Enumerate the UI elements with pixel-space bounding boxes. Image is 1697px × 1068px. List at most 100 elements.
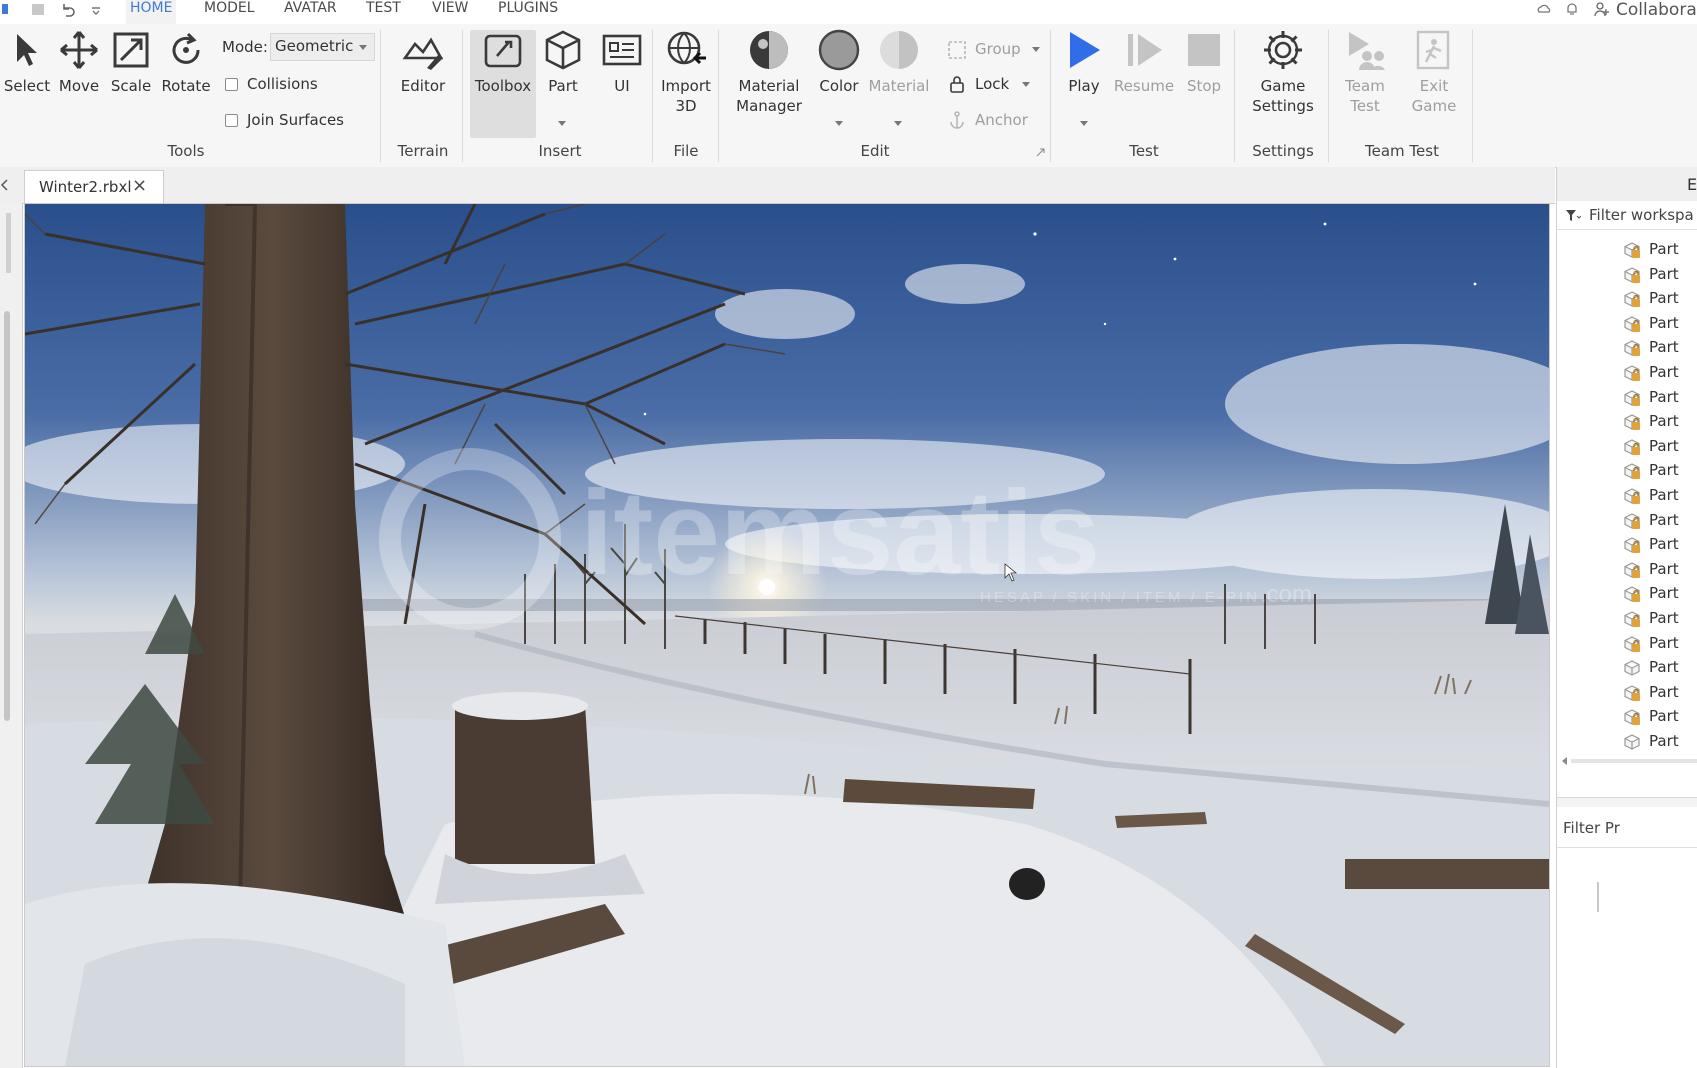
play-dropdown-icon[interactable] [1080, 121, 1088, 126]
tab-home[interactable]: HOME [126, 0, 177, 24]
material-dropdown-icon[interactable] [894, 121, 902, 126]
explorer-item[interactable]: Part [1557, 483, 1697, 508]
explorer-item[interactable]: Part [1557, 704, 1697, 729]
explorer-filter[interactable]: Filter workspa [1557, 201, 1697, 230]
anchor-button[interactable]: Anchor [975, 111, 1028, 129]
document-tab[interactable]: Winter2.rbxl × [24, 170, 164, 204]
filter-workspace-input[interactable]: Filter workspa [1589, 206, 1694, 224]
group-button[interactable]: Group [975, 40, 1021, 58]
collisions-label: Collisions [247, 75, 318, 93]
explorer-item[interactable]: Part [1557, 286, 1697, 311]
move-label: Move [58, 77, 100, 95]
explorer-item[interactable]: Part [1557, 237, 1697, 262]
anchored-part-icon [1624, 709, 1640, 726]
explorer-item[interactable]: Part [1557, 434, 1697, 459]
3d-viewport[interactable]: itemsatis HESAP / SKIN / ITEM / E-PIN .c… [24, 203, 1550, 1067]
collisions-checkbox[interactable] [225, 78, 238, 91]
explorer-item[interactable]: Part [1557, 655, 1697, 680]
lock-button[interactable]: Lock [975, 75, 1009, 93]
anchored-part-icon [1624, 562, 1640, 578]
undo-icon[interactable] [60, 2, 76, 18]
studio-logo-icon[interactable] [2, 2, 18, 18]
chevron-left-icon[interactable] [0, 178, 10, 192]
notification-icon[interactable] [1564, 1, 1580, 17]
group-dropdown-icon[interactable] [1032, 47, 1040, 52]
material-button[interactable]: Material [866, 28, 932, 96]
explorer-item[interactable]: Part [1557, 631, 1697, 656]
explorer-item[interactable]: Part [1557, 360, 1697, 385]
group-label-insert: Insert [538, 142, 582, 160]
group-label-settings: Settings [1252, 142, 1314, 160]
explorer-item[interactable]: Part [1557, 532, 1697, 557]
play-button[interactable]: Play [1058, 28, 1110, 96]
tab-view[interactable]: VIEW [428, 0, 472, 24]
tab-avatar[interactable]: AVATAR [280, 0, 341, 24]
save-icon[interactable] [30, 2, 46, 18]
toolbox-button[interactable]: Toolbox [470, 28, 536, 96]
dock-handle[interactable] [6, 213, 11, 273]
join-surfaces-checkbox[interactable] [225, 114, 238, 127]
lock-icon [950, 76, 964, 93]
game-settings-label-2: Settings [1252, 97, 1314, 115]
game-settings-button[interactable]: Game Settings [1244, 28, 1322, 116]
properties-filter[interactable]: Filter Pr [1557, 807, 1697, 848]
terrain-editor-button[interactable]: Editor [392, 28, 454, 96]
resume-label: Resume [1113, 77, 1175, 95]
exit-game-icon [1416, 30, 1450, 70]
expand-dialog-icon[interactable] [1036, 148, 1045, 157]
explorer-item[interactable]: Part [1557, 557, 1697, 582]
explorer-item[interactable]: Part [1557, 385, 1697, 410]
stop-button[interactable]: Stop [1180, 28, 1228, 96]
close-icon[interactable]: × [132, 175, 147, 196]
winter-scene-render: itemsatis HESAP / SKIN / ITEM / E-PIN .c… [25, 204, 1549, 1066]
quick-access-dropdown-icon[interactable] [88, 2, 104, 18]
mode-dropdown[interactable]: Geometric [270, 33, 375, 61]
scrollbar-thumb[interactable] [4, 311, 10, 721]
import-3d-label-1: Import [661, 77, 711, 95]
color-button[interactable]: Color [814, 28, 864, 96]
part-dropdown-icon[interactable] [558, 121, 566, 126]
select-button[interactable]: Select [2, 28, 52, 96]
filter-properties-input[interactable]: Filter Pr [1563, 819, 1620, 837]
explorer-item[interactable]: Part [1557, 581, 1697, 606]
explorer-item[interactable]: Part [1557, 409, 1697, 434]
scroll-left-icon[interactable] [1561, 756, 1569, 766]
rotate-button[interactable]: Rotate [158, 28, 214, 96]
cloud-icon[interactable] [1536, 1, 1552, 17]
ribbon-divider [1234, 30, 1235, 162]
explorer-item[interactable]: Part [1557, 680, 1697, 705]
resume-button[interactable]: Resume [1112, 28, 1176, 96]
explorer-item[interactable]: Part [1557, 606, 1697, 631]
move-button[interactable]: Move [54, 28, 104, 96]
filter-icon[interactable] [1565, 209, 1581, 223]
import-3d-button[interactable]: Import 3D [658, 28, 714, 116]
ribbon-divider [652, 30, 653, 162]
properties-resize-handle[interactable] [1597, 882, 1599, 912]
collaborate-button[interactable]: Collabora [1616, 0, 1697, 20]
part-icon [1624, 734, 1640, 750]
explorer-item[interactable]: Part [1557, 311, 1697, 336]
explorer-item[interactable]: Part [1557, 262, 1697, 287]
tab-model[interactable]: MODEL [200, 0, 259, 24]
explorer-title: E [1687, 175, 1697, 194]
ui-button[interactable]: UI [600, 28, 644, 96]
explorer-item[interactable]: Part [1557, 335, 1697, 360]
lock-dropdown-icon[interactable] [1022, 82, 1030, 87]
watermark-subtitle: HESAP / SKIN / ITEM / E-PIN [980, 589, 1260, 606]
material-icon [880, 31, 918, 69]
scale-button[interactable]: Scale [106, 28, 156, 96]
explorer-item[interactable]: Part [1557, 508, 1697, 533]
tab-test[interactable]: TEST [362, 0, 405, 24]
exit-game-button[interactable]: Exit Game [1402, 28, 1466, 116]
material-manager-button[interactable]: Material Manager [734, 28, 804, 116]
group-label-tools: Tools [167, 142, 205, 160]
collaborate-icon[interactable] [1594, 1, 1610, 17]
tab-plugins[interactable]: PLUGINS [494, 0, 562, 24]
part-button[interactable]: Part [540, 28, 586, 96]
horizontal-scrollbar[interactable] [1571, 759, 1697, 763]
explorer-item[interactable]: Part [1557, 458, 1697, 483]
explorer-item[interactable]: Part [1557, 729, 1697, 754]
group-icon [948, 41, 966, 59]
team-test-button[interactable]: Team Test [1336, 28, 1394, 116]
color-dropdown-icon[interactable] [835, 121, 843, 126]
